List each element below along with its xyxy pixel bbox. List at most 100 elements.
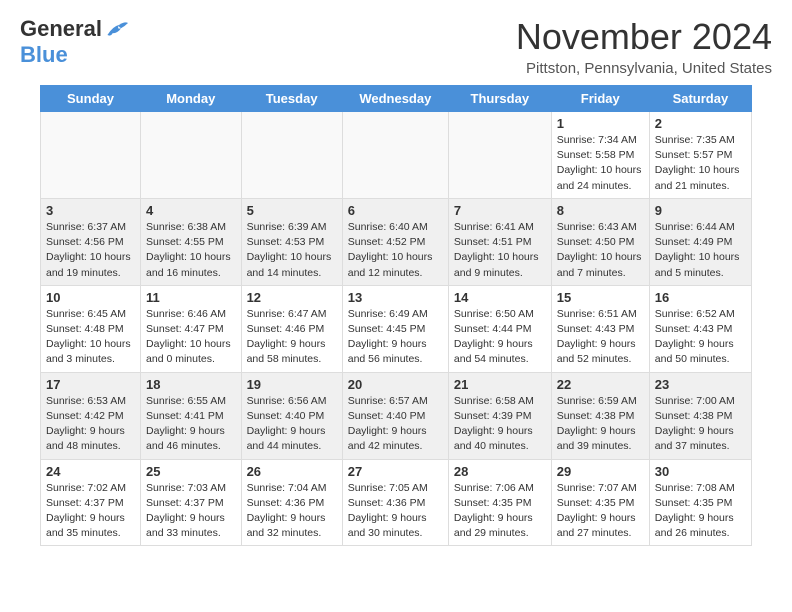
day-number: 28	[454, 464, 546, 479]
table-row: 26 Sunrise: 7:04 AM Sunset: 4:36 PM Dayli…	[241, 459, 342, 546]
day-number: 17	[46, 377, 135, 392]
calendar-row-1: 1 Sunrise: 7:34 AM Sunset: 5:58 PM Daylig…	[41, 112, 752, 199]
table-row: 21 Sunrise: 6:58 AM Sunset: 4:39 PM Dayli…	[448, 372, 551, 459]
cell-info: Sunrise: 6:49 AM Sunset: 4:45 PM Dayligh…	[348, 307, 443, 368]
day-number: 4	[146, 203, 236, 218]
page-header: General Blue November 2024 Pittston, Pen…	[0, 0, 792, 85]
cell-info: Sunrise: 6:50 AM Sunset: 4:44 PM Dayligh…	[454, 307, 546, 368]
table-row: 2 Sunrise: 7:35 AM Sunset: 5:57 PM Daylig…	[649, 112, 751, 199]
day-number: 27	[348, 464, 443, 479]
cell-info: Sunrise: 7:06 AM Sunset: 4:35 PM Dayligh…	[454, 481, 546, 542]
day-number: 26	[247, 464, 337, 479]
day-number: 15	[557, 290, 644, 305]
table-row	[241, 112, 342, 199]
cell-info: Sunrise: 6:46 AM Sunset: 4:47 PM Dayligh…	[146, 307, 236, 368]
calendar-row-5: 24Sunrise: 7:02 AM Sunset: 4:37 PM Dayli…	[41, 459, 752, 546]
cell-info: Sunrise: 7:04 AM Sunset: 4:36 PM Dayligh…	[247, 481, 337, 542]
cell-info: Sunrise: 6:47 AM Sunset: 4:46 PM Dayligh…	[247, 307, 337, 368]
table-row: 19Sunrise: 6:56 AM Sunset: 4:40 PM Dayli…	[241, 372, 342, 459]
cell-info: Sunrise: 6:38 AM Sunset: 4:55 PM Dayligh…	[146, 220, 236, 281]
day-number: 29	[557, 464, 644, 479]
cell-info: Sunrise: 6:51 AM Sunset: 4:43 PM Dayligh…	[557, 307, 644, 368]
logo-bird-icon	[104, 19, 128, 39]
cell-info: Sunrise: 6:40 AM Sunset: 4:52 PM Dayligh…	[348, 220, 443, 281]
table-row: 12Sunrise: 6:47 AM Sunset: 4:46 PM Dayli…	[241, 285, 342, 372]
day-header-sunday: Sunday	[41, 86, 141, 112]
day-header-monday: Monday	[141, 86, 242, 112]
table-row: 1 Sunrise: 7:34 AM Sunset: 5:58 PM Daylig…	[551, 112, 649, 199]
cell-info: Sunrise: 6:52 AM Sunset: 4:43 PM Dayligh…	[655, 307, 746, 368]
cell-info: Sunrise: 6:57 AM Sunset: 4:40 PM Dayligh…	[348, 394, 443, 455]
cell-info: Sunrise: 7:08 AM Sunset: 4:35 PM Dayligh…	[655, 481, 746, 542]
table-row: 25Sunrise: 7:03 AM Sunset: 4:37 PM Dayli…	[141, 459, 242, 546]
day-number: 18	[146, 377, 236, 392]
cell-info: Sunrise: 7:05 AM Sunset: 4:36 PM Dayligh…	[348, 481, 443, 542]
cell-info: Sunrise: 6:56 AM Sunset: 4:40 PM Dayligh…	[247, 394, 337, 455]
location: Pittston, Pennsylvania, United States	[516, 60, 772, 77]
logo-blue: Blue	[20, 42, 68, 67]
table-row: 23 Sunrise: 7:00 AM Sunset: 4:38 PM Dayli…	[649, 372, 751, 459]
cell-info: Sunrise: 6:55 AM Sunset: 4:41 PM Dayligh…	[146, 394, 236, 455]
day-headers-row: SundayMondayTuesdayWednesdayThursdayFrid…	[41, 86, 752, 112]
calendar-row-2: 3 Sunrise: 6:37 AM Sunset: 4:56 PM Daylig…	[41, 198, 752, 285]
day-number: 8	[557, 203, 644, 218]
day-header-tuesday: Tuesday	[241, 86, 342, 112]
cell-info: Sunrise: 6:37 AM Sunset: 4:56 PM Dayligh…	[46, 220, 135, 281]
table-row: 22 Sunrise: 6:59 AM Sunset: 4:38 PM Dayli…	[551, 372, 649, 459]
table-row: 29 Sunrise: 7:07 AM Sunset: 4:35 PM Dayli…	[551, 459, 649, 546]
table-row: 7 Sunrise: 6:41 AM Sunset: 4:51 PM Daylig…	[448, 198, 551, 285]
cell-info: Sunrise: 6:45 AM Sunset: 4:48 PM Dayligh…	[46, 307, 135, 368]
day-number: 3	[46, 203, 135, 218]
day-number: 22	[557, 377, 644, 392]
table-row: 8 Sunrise: 6:43 AM Sunset: 4:50 PM Daylig…	[551, 198, 649, 285]
table-row	[141, 112, 242, 199]
day-number: 21	[454, 377, 546, 392]
calendar-wrapper: SundayMondayTuesdayWednesdayThursdayFrid…	[0, 85, 792, 562]
table-row: 16Sunrise: 6:52 AM Sunset: 4:43 PM Dayli…	[649, 285, 751, 372]
cell-info: Sunrise: 6:43 AM Sunset: 4:50 PM Dayligh…	[557, 220, 644, 281]
table-row: 11 Sunrise: 6:46 AM Sunset: 4:47 PM Dayli…	[141, 285, 242, 372]
table-row: 28 Sunrise: 7:06 AM Sunset: 4:35 PM Dayli…	[448, 459, 551, 546]
day-header-wednesday: Wednesday	[342, 86, 448, 112]
logo-general: General	[20, 16, 102, 42]
cell-info: Sunrise: 7:03 AM Sunset: 4:37 PM Dayligh…	[146, 481, 236, 542]
day-number: 5	[247, 203, 337, 218]
table-row: 9Sunrise: 6:44 AM Sunset: 4:49 PM Daylig…	[649, 198, 751, 285]
table-row: 14 Sunrise: 6:50 AM Sunset: 4:44 PM Dayli…	[448, 285, 551, 372]
calendar-table: SundayMondayTuesdayWednesdayThursdayFrid…	[40, 85, 752, 546]
cell-info: Sunrise: 6:58 AM Sunset: 4:39 PM Dayligh…	[454, 394, 546, 455]
cell-info: Sunrise: 7:34 AM Sunset: 5:58 PM Dayligh…	[557, 133, 644, 194]
cell-info: Sunrise: 6:53 AM Sunset: 4:42 PM Dayligh…	[46, 394, 135, 455]
day-number: 30	[655, 464, 746, 479]
cell-info: Sunrise: 7:00 AM Sunset: 4:38 PM Dayligh…	[655, 394, 746, 455]
month-title: November 2024	[516, 16, 772, 58]
cell-info: Sunrise: 7:07 AM Sunset: 4:35 PM Dayligh…	[557, 481, 644, 542]
table-row: 15 Sunrise: 6:51 AM Sunset: 4:43 PM Dayli…	[551, 285, 649, 372]
cell-info: Sunrise: 6:39 AM Sunset: 4:53 PM Dayligh…	[247, 220, 337, 281]
logo: General Blue	[20, 16, 130, 68]
day-header-thursday: Thursday	[448, 86, 551, 112]
cell-info: Sunrise: 6:59 AM Sunset: 4:38 PM Dayligh…	[557, 394, 644, 455]
table-row	[41, 112, 141, 199]
day-number: 2	[655, 116, 746, 131]
day-number: 7	[454, 203, 546, 218]
day-number: 11	[146, 290, 236, 305]
table-row: 3 Sunrise: 6:37 AM Sunset: 4:56 PM Daylig…	[41, 198, 141, 285]
cell-info: Sunrise: 7:02 AM Sunset: 4:37 PM Dayligh…	[46, 481, 135, 542]
day-number: 20	[348, 377, 443, 392]
cell-info: Sunrise: 6:41 AM Sunset: 4:51 PM Dayligh…	[454, 220, 546, 281]
table-row	[448, 112, 551, 199]
day-number: 1	[557, 116, 644, 131]
table-row: 17 Sunrise: 6:53 AM Sunset: 4:42 PM Dayli…	[41, 372, 141, 459]
day-number: 14	[454, 290, 546, 305]
calendar-row-3: 10 Sunrise: 6:45 AM Sunset: 4:48 PM Dayli…	[41, 285, 752, 372]
table-row	[342, 112, 448, 199]
day-number: 6	[348, 203, 443, 218]
day-number: 23	[655, 377, 746, 392]
cell-info: Sunrise: 7:35 AM Sunset: 5:57 PM Dayligh…	[655, 133, 746, 194]
calendar-row-4: 17 Sunrise: 6:53 AM Sunset: 4:42 PM Dayli…	[41, 372, 752, 459]
day-number: 10	[46, 290, 135, 305]
title-block: November 2024 Pittston, Pennsylvania, Un…	[516, 16, 772, 77]
table-row: 10 Sunrise: 6:45 AM Sunset: 4:48 PM Dayli…	[41, 285, 141, 372]
table-row: 4 Sunrise: 6:38 AM Sunset: 4:55 PM Daylig…	[141, 198, 242, 285]
